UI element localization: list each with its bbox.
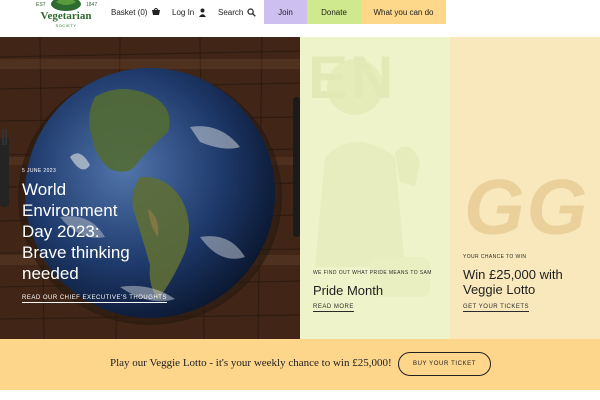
logo-wordmark: Vegetarian xyxy=(40,10,92,22)
basket-label: Basket (0) xyxy=(111,7,148,17)
feature-title-line: needed xyxy=(22,264,79,283)
lotto-title-line: Win £25,000 with xyxy=(463,267,563,282)
lotto-promo-bar: Play our Veggie Lotto - it's your weekly… xyxy=(0,339,600,390)
buy-ticket-button[interactable]: BUY YOUR TICKET xyxy=(398,352,491,376)
pride-read-more-link[interactable]: READ MORE xyxy=(313,304,354,312)
vegetarian-society-logo[interactable]: EST 1847 Vegetarian SOCIETY xyxy=(34,0,98,34)
feature-title-line: Day 2023: xyxy=(22,222,100,241)
lotto-get-tickets-link[interactable]: GET YOUR TICKETS xyxy=(463,304,530,312)
feature-title[interactable]: World Environment Day 2023: Brave thinki… xyxy=(22,179,222,284)
pride-kicker: WE FIND OUT WHAT PRIDE MEANS TO SAM xyxy=(313,270,432,276)
lotto-kicker: YOUR CHANCE TO WIN xyxy=(463,254,527,260)
logo-est: EST xyxy=(36,2,46,8)
what-you-can-do-button[interactable]: What you can do xyxy=(361,0,446,24)
pride-title[interactable]: Pride Month xyxy=(313,283,383,298)
feature-title-line: Environment xyxy=(22,201,118,220)
lotto-background-letters: GG xyxy=(464,163,590,251)
lotto-card[interactable]: GG YOUR CHANCE TO WIN Win £25,000 with V… xyxy=(450,37,600,339)
user-icon xyxy=(198,8,207,17)
hero-section: 5 JUNE 2023 World Environment Day 2023: … xyxy=(0,37,600,339)
search-icon xyxy=(247,7,257,17)
lotto-promo-text: Play our Veggie Lotto - it's your weekly… xyxy=(110,357,392,369)
page: EST 1847 Vegetarian SOCIETY Basket (0) L… xyxy=(0,0,600,400)
site-header: EST 1847 Vegetarian SOCIETY Basket (0) L… xyxy=(0,0,600,37)
pride-card[interactable]: EN WE FIND OUT WHAT PRIDE MEANS TO SAM P… xyxy=(300,37,450,339)
search-label: Search xyxy=(218,7,244,17)
feature-panel[interactable]: 5 JUNE 2023 World Environment Day 2023: … xyxy=(0,37,300,339)
login-link[interactable]: Log In xyxy=(172,0,207,24)
lotto-title-line: Veggie Lotto xyxy=(463,282,536,297)
feature-title-line: World xyxy=(22,180,67,199)
basket-icon xyxy=(151,7,161,17)
logo-year: 1847 xyxy=(86,2,98,8)
feature-read-link[interactable]: READ OUR CHIEF EXECUTIVE'S THOUGHTS xyxy=(22,295,167,303)
pride-background-letters: EN xyxy=(308,44,396,111)
basket-link[interactable]: Basket (0) xyxy=(111,0,161,24)
join-button[interactable]: Join xyxy=(264,0,307,24)
logo-subtitle: SOCIETY xyxy=(55,23,77,28)
donate-button[interactable]: Donate xyxy=(307,0,361,24)
feature-title-line: Brave thinking xyxy=(22,243,130,262)
lotto-title[interactable]: Win £25,000 with Veggie Lotto xyxy=(463,267,598,297)
feature-date: 5 JUNE 2023 xyxy=(22,168,57,174)
login-label: Log In xyxy=(172,7,195,17)
footer-strip xyxy=(0,390,600,400)
search-link[interactable]: Search xyxy=(218,0,257,24)
